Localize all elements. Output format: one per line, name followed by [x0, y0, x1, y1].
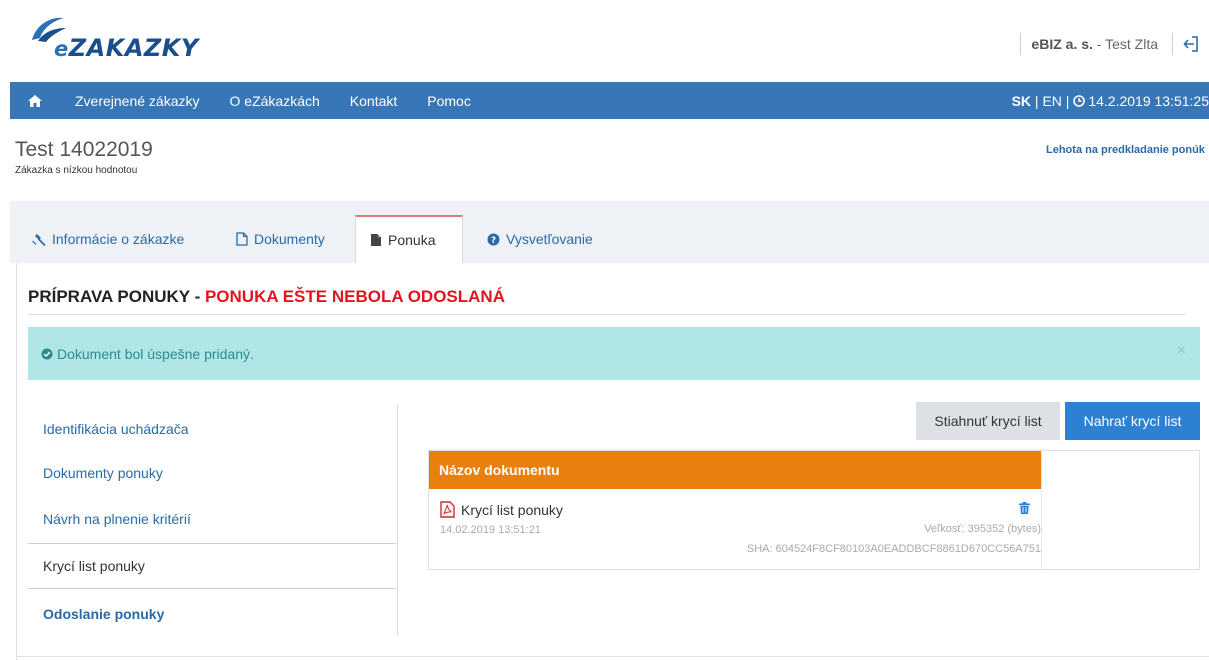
- section-title-main: PRÍPRAVA PONUKY -: [28, 287, 205, 306]
- delete-document-button[interactable]: [1019, 502, 1030, 514]
- side-item-identifikacia[interactable]: Identifikácia uchádzača: [28, 406, 396, 452]
- tab-label: Ponuka: [388, 232, 436, 248]
- user-area: eBIZ a. s. - Test Zlta: [1020, 30, 1209, 58]
- server-datetime: 14.2.2019 13:51:25: [1088, 92, 1209, 109]
- nav-item-o-ezakazkach[interactable]: O eZákazkách: [215, 82, 335, 119]
- document-link[interactable]: Krycí list ponuky: [440, 501, 563, 518]
- datetime-separator: |: [1061, 92, 1074, 109]
- nav-item-zverejnene-zakazky[interactable]: Zverejnené zákazky: [60, 82, 215, 119]
- side-item-odoslanie[interactable]: Odoslanie ponuky: [28, 591, 396, 637]
- trash-icon: [1019, 502, 1030, 514]
- document-date: 14.02.2019 13:51:21: [440, 524, 541, 536]
- document-sha: SHA: 604524F8CF80103A0EADDBCF8861D670CC5…: [746, 543, 1041, 555]
- section-title: PRÍPRAVA PONUKY - PONUKA EŠTE NEBOLA ODO…: [28, 287, 505, 307]
- page-subtitle: Zákazka s nízkou hodnotou: [15, 165, 138, 176]
- home-icon: [28, 94, 42, 107]
- divider: [28, 314, 1186, 315]
- tab-dokumenty[interactable]: Dokumenty: [222, 215, 339, 263]
- tab-vysvetlovanie[interactable]: ? Vysvetľovanie: [473, 215, 607, 263]
- success-alert: Dokument bol úspešne pridaný. ×: [28, 327, 1200, 380]
- alert-text: Dokument bol úspešne pridaný.: [57, 345, 254, 362]
- side-item-kryci-list[interactable]: Krycí list ponuky: [28, 543, 396, 589]
- clock-icon: [1073, 94, 1086, 107]
- lang-separator: |: [1031, 92, 1043, 109]
- tab-label: Informácie o zákazke: [52, 231, 185, 247]
- offer-steps-menu: Identifikácia uchádzača Dokumenty ponuky…: [28, 404, 398, 636]
- nav-item-kontakt[interactable]: Kontakt: [335, 82, 412, 119]
- column-header-document-name: Názov dokumentu: [429, 451, 1042, 489]
- lang-en[interactable]: EN: [1042, 93, 1061, 109]
- nav-right: SK | EN | 14.2.2019 13:51:25: [1012, 93, 1209, 109]
- file-filled-icon: [370, 233, 382, 247]
- pdf-file-icon: [440, 501, 455, 518]
- logo-text: eZAKAZKY: [54, 34, 199, 62]
- divider: [16, 656, 1209, 657]
- file-icon: [236, 232, 248, 246]
- close-icon[interactable]: ×: [1177, 342, 1186, 360]
- gavel-icon: [32, 233, 46, 246]
- main-navbar: Zverejnené zákazky O eZákazkách Kontakt …: [10, 82, 1209, 119]
- side-item-navrh-kriterii[interactable]: Návrh na plnenie kritérií: [28, 496, 396, 542]
- nav-item-pomoc[interactable]: Pomoc: [412, 82, 486, 119]
- document-size: Veľkosť: 395352 (bytes): [924, 523, 1041, 535]
- svg-text:?: ?: [491, 236, 496, 246]
- user-info[interactable]: eBIZ a. s. - Test Zlta: [1021, 36, 1172, 52]
- divider: [1041, 451, 1042, 569]
- lang-sk[interactable]: SK: [1012, 93, 1031, 109]
- offer-status: PONUKA EŠTE NEBOLA ODOSLANÁ: [204, 287, 505, 306]
- tab-informacie[interactable]: Informácie o zákazke: [18, 215, 198, 263]
- check-circle-icon: [41, 348, 53, 360]
- user-name: Test Zlta: [1105, 36, 1158, 52]
- logout-button[interactable]: [1173, 30, 1209, 58]
- tab-label: Dokumenty: [254, 231, 325, 247]
- upload-cover-sheet-button[interactable]: Nahrať krycí list: [1065, 402, 1200, 440]
- tab-label: Vysvetľovanie: [506, 231, 593, 247]
- side-item-dokumenty-ponuky[interactable]: Dokumenty ponuky: [28, 450, 396, 496]
- question-circle-icon: ?: [487, 233, 500, 246]
- user-separator: -: [1092, 36, 1106, 52]
- page-title: Test 14022019: [15, 138, 153, 161]
- logout-icon: [1183, 36, 1198, 52]
- nav-home[interactable]: [10, 82, 60, 119]
- tab-ponuka[interactable]: Ponuka: [355, 215, 463, 263]
- user-company: eBIZ a. s.: [1031, 36, 1093, 52]
- document-name: Krycí list ponuky: [461, 501, 563, 518]
- download-cover-sheet-button[interactable]: Stiahnuť krycí list: [916, 402, 1060, 440]
- deadline-link[interactable]: Lehota na predkladanie ponúk: [1046, 144, 1205, 156]
